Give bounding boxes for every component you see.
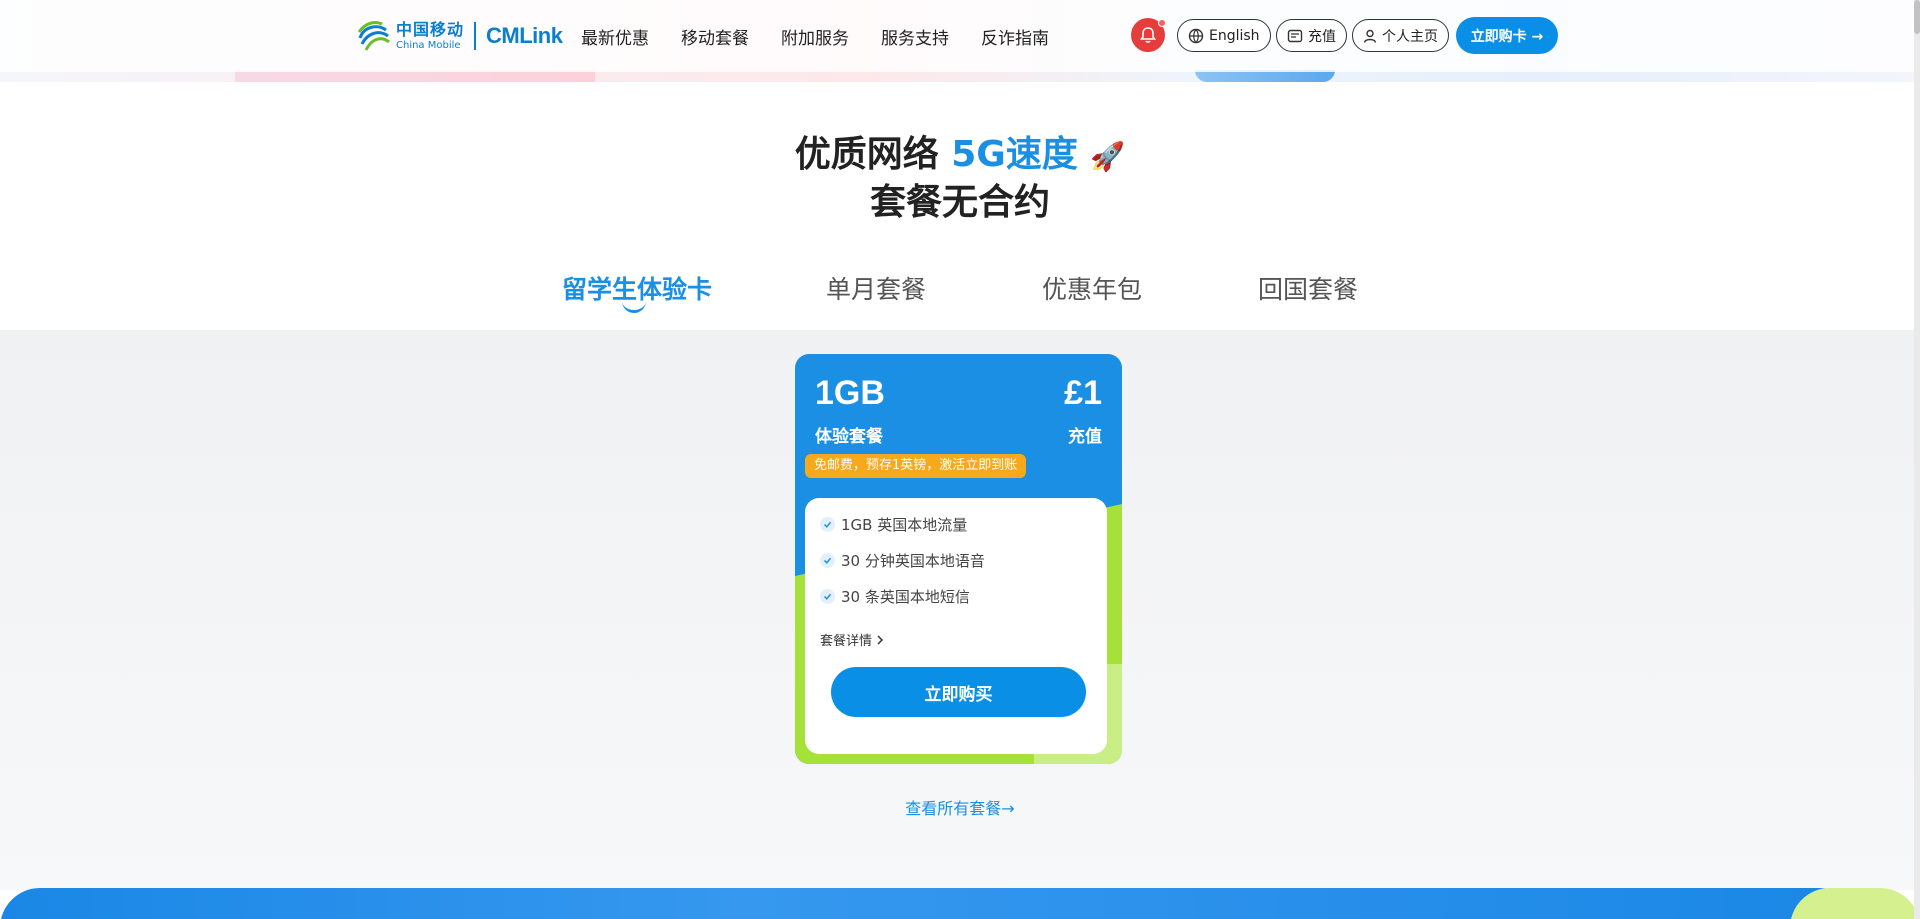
plan-name: 体验套餐 (815, 427, 883, 447)
plan-details-link[interactable]: 套餐详情 (820, 630, 885, 649)
buy-sim-card-button[interactable]: 立即购卡 → (1456, 17, 1558, 54)
plan-card: 1GB £1 体验套餐 充值 免邮费，预存1英镑，激活立即到账 1GB 英国本地… (795, 354, 1122, 764)
plan-price-unit: 充值 (1068, 427, 1102, 447)
recharge-icon (1287, 29, 1303, 42)
nav-item-latest-offers[interactable]: 最新优惠 (581, 24, 649, 49)
bottom-banner-green (1790, 888, 1920, 919)
tab-annual-packages[interactable]: 优惠年包 (1042, 270, 1142, 306)
check-icon (820, 553, 835, 568)
plan-feature-label: 30 分钟英国本地语音 (841, 552, 985, 570)
hero-headline: 优质网络 5G速度 🚀 套餐无合约 (0, 132, 1920, 226)
nav-item-anti-fraud[interactable]: 反诈指南 (981, 24, 1049, 49)
view-all-plans-label: 查看所有套餐→ (905, 799, 1015, 818)
nav-item-mobile-plans[interactable]: 移动套餐 (681, 24, 749, 49)
recharge-label: 充值 (1308, 28, 1336, 45)
check-icon (820, 589, 835, 604)
notification-button[interactable] (1131, 18, 1166, 52)
scrollbar-thumb[interactable] (1914, 0, 1920, 34)
plan-feature: 30 条英国本地短信 (820, 586, 970, 607)
site-header: 中国移动 China Mobile CMLink 最新优惠 移动套餐 附加服务 … (0, 0, 1920, 72)
nav-item-add-on-services[interactable]: 附加服务 (781, 24, 849, 49)
logo-en-text: China Mobile (396, 39, 461, 51)
profile-button[interactable]: 个人主页 (1352, 19, 1449, 52)
plan-promo-badge: 免邮费，预存1英镑，激活立即到账 (805, 454, 1027, 478)
user-icon (1363, 29, 1377, 43)
buy-now-button[interactable]: 立即购买 (831, 667, 1086, 717)
headline-line-1: 优质网络 5G速度 🚀 (0, 132, 1920, 180)
bottom-banner-blue (0, 888, 1860, 919)
tab-monthly-plans[interactable]: 单月套餐 (826, 270, 926, 306)
china-mobile-logo-icon (357, 21, 390, 51)
logo-divider (474, 22, 477, 50)
language-label: English (1209, 27, 1260, 44)
plan-feature: 1GB 英国本地流量 (820, 514, 967, 535)
headline-line-2: 套餐无合约 (869, 182, 1050, 223)
globe-icon (1188, 28, 1204, 43)
profile-label: 个人主页 (1382, 28, 1438, 45)
bell-icon (1139, 27, 1157, 43)
plan-tabs: 留学生体验卡 单月套餐 优惠年包 回国套餐 (0, 270, 1920, 330)
headline-prefix: 优质网络 (794, 134, 952, 175)
view-all-plans-link[interactable]: 查看所有套餐→ (0, 795, 1920, 819)
cmlink-logo: CMLink (486, 23, 563, 48)
page-scrollbar[interactable] (1914, 0, 1920, 919)
plan-price: £1 (1064, 374, 1102, 412)
plan-feature-label: 30 条英国本地短信 (841, 588, 970, 606)
chevron-right-icon (877, 634, 884, 645)
plan-details-label: 套餐详情 (820, 634, 873, 649)
logo-cn-text: 中国移动 (396, 19, 465, 39)
notification-dot (1158, 19, 1166, 27)
bottom-banner (0, 888, 1920, 919)
language-button[interactable]: English (1177, 19, 1271, 52)
tab-return-home-plans[interactable]: 回国套餐 (1258, 270, 1358, 306)
plan-feature: 30 分钟英国本地语音 (820, 550, 985, 571)
headline-highlight: 5G速度 (951, 134, 1078, 175)
nav-item-support[interactable]: 服务支持 (881, 24, 949, 49)
brand-logo[interactable]: 中国移动 China Mobile CMLink (356, 18, 563, 54)
main-nav: 最新优惠 移动套餐 附加服务 服务支持 反诈指南 (581, 24, 1081, 49)
rocket-icon: 🚀 (1090, 140, 1126, 173)
recharge-button[interactable]: 充值 (1276, 19, 1347, 52)
plan-feature-label: 1GB 英国本地流量 (841, 516, 968, 534)
plan-data-amount: 1GB (815, 374, 885, 412)
check-icon (820, 517, 835, 532)
plan-card-body: 1GB 英国本地流量 30 分钟英国本地语音 30 条英国本地短信 套餐详情 立… (805, 498, 1107, 754)
